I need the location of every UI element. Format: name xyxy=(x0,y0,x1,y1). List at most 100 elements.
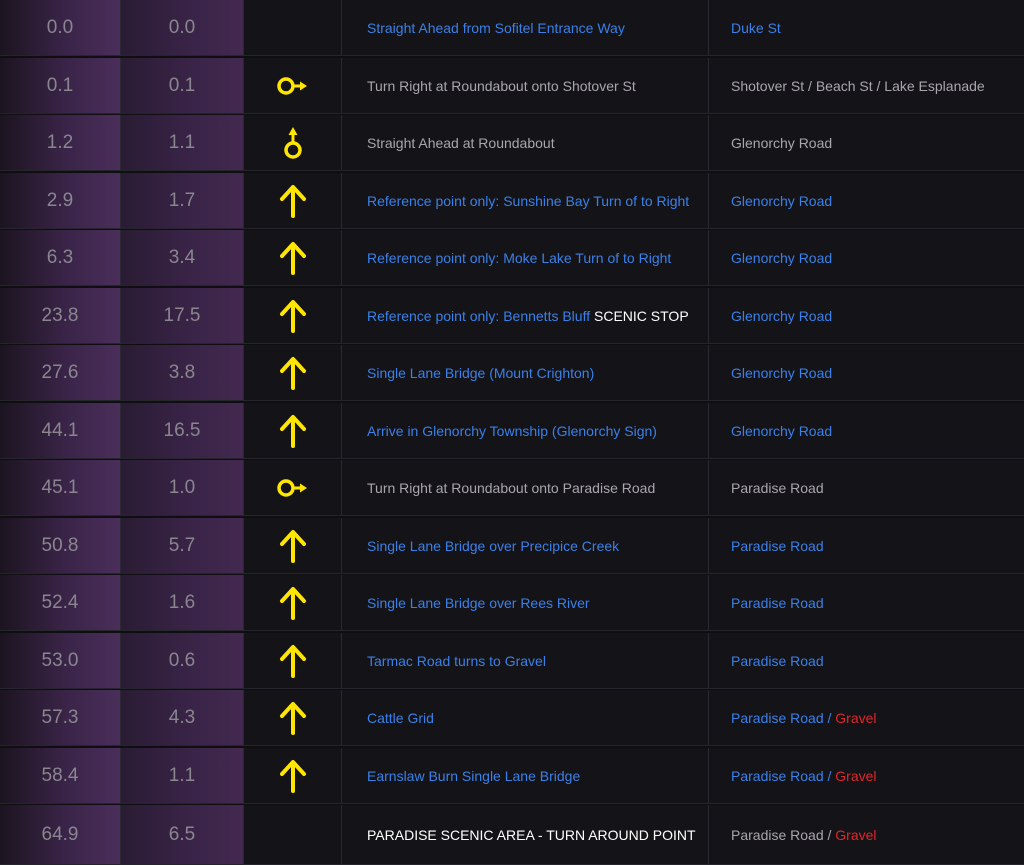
table-row: 44.1 16.5 Arrive in Glenorchy Township (Gl… xyxy=(0,403,1024,459)
road-segment: Paradise Road xyxy=(731,537,824,554)
instruction-segment: Reference point only: Sunshine Bay Turn … xyxy=(367,192,690,209)
direction-icon-cell xyxy=(244,805,342,865)
instruction-text: Single Lane Bridge over Precipice Creek xyxy=(367,538,619,554)
cumulative-distance: 1.2 xyxy=(46,131,74,153)
road-segment: Glenorchy Road xyxy=(731,422,833,439)
leg-distance-cell: 1.7 xyxy=(121,173,244,229)
instruction-text: Single Lane Bridge over Rees River xyxy=(367,595,590,611)
arrow-up-icon xyxy=(279,184,306,218)
road-segment: Gravel xyxy=(835,709,877,726)
table-row: 57.3 4.3 Cattle Grid Paradise Road / Gravel xyxy=(0,690,1024,746)
cumulative-distance: 52.4 xyxy=(41,591,79,613)
leg-distance-cell: 16.5 xyxy=(121,403,244,459)
cumulative-distance-cell: 44.1 xyxy=(0,403,121,459)
road-name: Glenorchy Road xyxy=(731,193,832,209)
direction-icon-cell xyxy=(244,575,342,631)
leg-distance: 5.7 xyxy=(168,534,196,556)
leg-distance: 16.5 xyxy=(163,419,201,441)
leg-distance: 6.5 xyxy=(168,823,196,845)
directions-table: 0.0 0.0 Straight Ahead from Sofitel Entran… xyxy=(0,0,1024,865)
instruction-segment: Single Lane Bridge over Precipice Creek xyxy=(367,537,620,554)
instruction-segment: PARADISE SCENIC AREA - TURN AROUND POINT xyxy=(367,826,696,843)
instruction-segment: Straight Ahead from Sofitel Entrance Way xyxy=(367,19,625,36)
cumulative-distance: 64.9 xyxy=(41,823,79,845)
cumulative-distance: 53.0 xyxy=(41,649,79,671)
table-row: 52.4 1.6 Single Lane Bridge over Rees Rive… xyxy=(0,575,1024,631)
table-row: 23.8 17.5 Reference point only: Bennetts B… xyxy=(0,288,1024,344)
direction-icon-cell xyxy=(244,345,342,401)
instruction-segment: Single Lane Bridge (Mount Crighton) xyxy=(367,364,595,381)
cumulative-distance-cell: 0.0 xyxy=(0,0,121,56)
instruction-text: Earnslaw Burn Single Lane Bridge xyxy=(367,768,580,784)
instruction-cell: Single Lane Bridge (Mount Crighton) xyxy=(342,345,709,401)
instruction-cell: Single Lane Bridge over Rees River xyxy=(342,575,709,631)
road-name: Paradise Road xyxy=(731,653,824,669)
instruction-cell: Tarmac Road turns to Gravel xyxy=(342,633,709,689)
instruction-segment: Tarmac Road turns to Gravel xyxy=(367,652,546,669)
leg-distance-cell: 4.3 xyxy=(121,690,244,746)
cumulative-distance: 2.9 xyxy=(46,189,74,211)
roundabout-straight-icon xyxy=(283,126,302,159)
road-cell: Paradise Road / Gravel xyxy=(709,748,1024,804)
road-cell: Glenorchy Road xyxy=(709,230,1024,286)
leg-distance: 1.1 xyxy=(168,131,196,153)
roundabout-right-icon xyxy=(276,76,307,95)
instruction-segment: Single Lane Bridge over Rees River xyxy=(367,594,590,611)
leg-distance-cell: 1.1 xyxy=(121,115,244,171)
direction-icon-cell xyxy=(244,0,342,56)
direction-icon-cell xyxy=(244,748,342,804)
road-segment: Gravel xyxy=(835,826,877,843)
road-segment: Glenorchy Road xyxy=(731,307,833,324)
instruction-segment: Straight Ahead at Roundabout xyxy=(367,134,555,151)
table-row: 64.9 6.5 PARADISE SCENIC AREA - TURN AROUN… xyxy=(0,805,1024,865)
cumulative-distance: 50.8 xyxy=(41,534,79,556)
road-cell: Shotover St / Beach St / Lake Esplanade xyxy=(709,58,1024,114)
arrow-up-icon xyxy=(279,241,306,275)
instruction-text: Reference point only: Bennetts Bluff SCE… xyxy=(367,308,689,324)
road-segment: Glenorchy Road xyxy=(731,364,833,381)
road-name: Shotover St / Beach St / Lake Esplanade xyxy=(731,78,985,94)
leg-distance: 0.0 xyxy=(168,16,196,38)
instruction-cell: PARADISE SCENIC AREA - TURN AROUND POINT xyxy=(342,805,709,865)
instruction-segment: Earnslaw Burn Single Lane Bridge xyxy=(367,767,581,784)
road-cell: Paradise Road xyxy=(709,518,1024,574)
instruction-text: PARADISE SCENIC AREA - TURN AROUND POINT xyxy=(367,827,696,843)
arrow-up-icon xyxy=(279,529,306,563)
table-row: 1.2 1.1 Straight Ahead at Roundabout Glenor… xyxy=(0,115,1024,171)
road-cell: Paradise Road xyxy=(709,460,1024,516)
table-row: 0.1 0.1 Turn Right at Roundabout onto Shot… xyxy=(0,58,1024,114)
instruction-text: Reference point only: Moke Lake Turn of … xyxy=(367,250,671,266)
road-segment: Glenorchy Road xyxy=(731,192,833,209)
instruction-segment: Turn Right at Roundabout onto Paradise R… xyxy=(367,479,656,496)
direction-icon-cell xyxy=(244,173,342,229)
road-cell: Glenorchy Road xyxy=(709,173,1024,229)
road-segment: Gravel xyxy=(835,767,877,784)
cumulative-distance: 58.4 xyxy=(41,764,79,786)
instruction-cell: Reference point only: Moke Lake Turn of … xyxy=(342,230,709,286)
instruction-text: Turn Right at Roundabout onto Shotover S… xyxy=(367,78,636,94)
cumulative-distance: 45.1 xyxy=(41,476,79,498)
cumulative-distance: 23.8 xyxy=(41,304,79,326)
leg-distance-cell: 0.6 xyxy=(121,633,244,689)
arrow-up-icon xyxy=(279,414,306,448)
road-name: Glenorchy Road xyxy=(731,250,832,266)
leg-distance-cell: 0.1 xyxy=(121,58,244,114)
instruction-segment: Reference point only: Bennetts Bluff xyxy=(367,307,594,324)
direction-icon-cell xyxy=(244,633,342,689)
leg-distance-cell: 1.0 xyxy=(121,460,244,516)
cumulative-distance-cell: 57.3 xyxy=(0,690,121,746)
arrow-up-icon xyxy=(279,644,306,678)
road-segment: Paradise Road xyxy=(731,652,824,669)
road-cell: Glenorchy Road xyxy=(709,288,1024,344)
road-cell: Paradise Road / Gravel xyxy=(709,805,1024,865)
leg-distance: 0.1 xyxy=(168,74,196,96)
instruction-cell: Single Lane Bridge over Precipice Creek xyxy=(342,518,709,574)
leg-distance-cell: 0.0 xyxy=(121,0,244,56)
cumulative-distance-cell: 0.1 xyxy=(0,58,121,114)
road-segment: Paradise Road / xyxy=(731,826,836,843)
instruction-text: Tarmac Road turns to Gravel xyxy=(367,653,546,669)
instruction-cell: Straight Ahead at Roundabout xyxy=(342,115,709,171)
arrow-up-icon xyxy=(279,586,306,620)
cumulative-distance-cell: 6.3 xyxy=(0,230,121,286)
road-segment: Duke St xyxy=(731,19,781,36)
